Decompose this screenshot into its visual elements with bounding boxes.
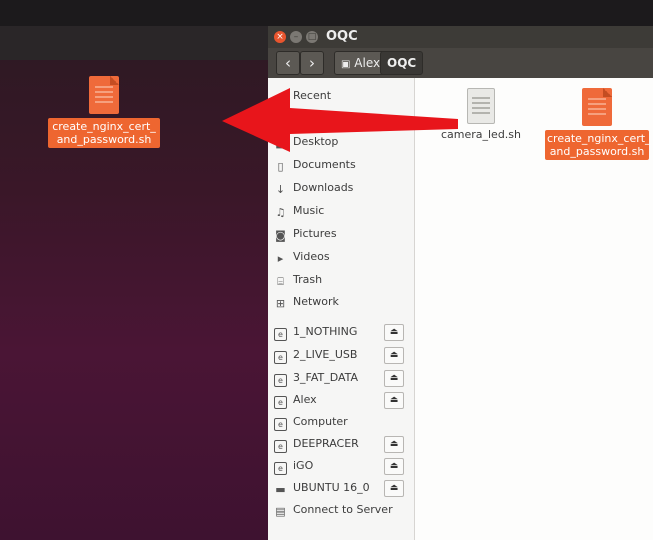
camera-icon: ◙ <box>275 229 286 242</box>
toolbar: ‹ › ▣ Alex OQC <box>268 48 653 78</box>
sidebar-item-label: Connect to Server <box>293 503 393 516</box>
close-icon[interactable]: × <box>274 31 286 43</box>
music-icon: ♫ <box>275 206 286 219</box>
sidebar-item-1-nothing[interactable]: e 1_NOTHING ⏏ <box>274 322 408 342</box>
sidebar-item-label: 1_NOTHING <box>293 325 358 338</box>
document-icon: ▯ <box>277 160 284 173</box>
sidebar-item-videos[interactable]: ▸ Videos <box>274 247 408 267</box>
sidebar-item-label: iGO <box>293 459 314 472</box>
sidebar-item-desktop[interactable]: ■ Desktop <box>274 132 408 152</box>
sidebar-item-label: Documents <box>293 158 356 171</box>
file-label: camera_led.sh <box>440 128 522 141</box>
sidebar-item-network[interactable]: ⊞ Network <box>274 292 408 312</box>
drive-icon: e <box>274 374 287 387</box>
sidebar: ◷ Recent ■ Desktop ▯ Documents ↓ Downloads ♫ Musi… <box>268 78 415 540</box>
sidebar-item-igo[interactable]: e iGO ⏏ <box>274 456 408 476</box>
eject-icon[interactable]: ⏏ <box>384 370 404 387</box>
drive-icon: e <box>274 396 287 409</box>
desktop-panel-shade <box>0 26 270 60</box>
file-manager-window: × – □ OQC ‹ › ▣ Alex OQC ◷ Recent ■ Desktop… <box>268 26 653 540</box>
forward-button[interactable]: › <box>300 51 324 75</box>
sidebar-item-label: UBUNTU 16_0 <box>293 481 370 494</box>
sidebar-item-alex[interactable]: e Alex ⏏ <box>274 390 408 410</box>
eject-icon[interactable]: ⏏ <box>384 392 404 409</box>
desktop-file-icon[interactable]: create_nginx_cert_ and_password.sh <box>48 76 160 148</box>
drive-icon: e <box>274 418 287 431</box>
eject-icon[interactable]: ⏏ <box>384 347 404 364</box>
desktop-top-panel <box>0 0 653 26</box>
sidebar-item-ubuntu-16-0[interactable]: ▬ UBUNTU 16_0 ⏏ <box>274 478 408 498</box>
window-titlebar: × – □ OQC <box>268 26 653 48</box>
sidebar-item-documents[interactable]: ▯ Documents <box>274 155 408 175</box>
server-icon: ▤ <box>275 505 286 518</box>
sidebar-item-label: 3_FAT_DATA <box>293 371 359 384</box>
script-file-icon <box>582 88 612 126</box>
sidebar-item-label: Computer <box>293 415 348 428</box>
maximize-icon[interactable]: □ <box>306 31 318 43</box>
sidebar-item-3-fat-data[interactable]: e 3_FAT_DATA ⏏ <box>274 368 408 388</box>
sidebar-item-label: Desktop <box>293 135 339 148</box>
file-view: camera_led.sh create_nginx_cert_ and_pas… <box>415 78 653 540</box>
sidebar-item-recent[interactable]: ◷ Recent <box>274 86 408 106</box>
drive-icon: e <box>274 462 287 475</box>
sidebar-item-deepracer[interactable]: e DEEPRACER ⏏ <box>274 434 408 454</box>
video-icon: ▸ <box>277 252 284 265</box>
eject-icon[interactable]: ⏏ <box>384 324 404 341</box>
folder-icon: ■ <box>275 137 286 150</box>
file-label: create_nginx_cert_ and_password.sh <box>545 130 651 160</box>
clock-icon: ◷ <box>275 91 286 104</box>
eject-icon[interactable]: ⏏ <box>384 436 404 453</box>
sidebar-item-label: Alex <box>293 393 317 406</box>
sidebar-item-downloads[interactable]: ↓ Downloads <box>274 178 408 198</box>
sidebar-item-pictures[interactable]: ◙ Pictures <box>274 224 408 244</box>
file-camera-led[interactable]: camera_led.sh <box>435 88 527 141</box>
desktop-file-label: create_nginx_cert_ and_password.sh <box>48 118 160 148</box>
sidebar-item-trash[interactable]: ⌸ Trash <box>274 270 408 290</box>
sidebar-item-music[interactable]: ♫ Music <box>274 201 408 221</box>
file-create-nginx[interactable]: create_nginx_cert_ and_password.sh <box>545 88 651 160</box>
breadcrumb-label: Alex <box>354 56 381 70</box>
sidebar-item-label: Network <box>293 295 339 308</box>
sidebar-item-label: Pictures <box>293 227 337 240</box>
harddisk-icon: ▬ <box>275 483 286 496</box>
drive-icon: e <box>274 440 287 453</box>
drive-icon: e <box>274 351 287 364</box>
download-icon: ↓ <box>275 183 286 196</box>
back-button[interactable]: ‹ <box>276 51 300 75</box>
breadcrumb-oqc[interactable]: OQC <box>380 51 424 75</box>
sidebar-item-computer[interactable]: e Computer <box>274 412 408 432</box>
network-icon: ⊞ <box>275 297 286 310</box>
eject-icon[interactable]: ⏏ <box>384 458 404 475</box>
sidebar-item-2-live-usb[interactable]: e 2_LIVE_USB ⏏ <box>274 345 408 365</box>
trash-icon: ⌸ <box>277 275 284 288</box>
sidebar-item-label: Videos <box>293 250 330 263</box>
sidebar-item-label: 2_LIVE_USB <box>293 348 358 361</box>
sidebar-item-connect-to-server[interactable]: ▤ Connect to Server <box>274 500 408 520</box>
script-file-icon <box>89 76 119 114</box>
minimize-icon[interactable]: – <box>290 31 302 43</box>
window-title: OQC <box>326 29 358 44</box>
eject-icon[interactable]: ⏏ <box>384 480 404 497</box>
sidebar-item-label: Recent <box>293 89 332 102</box>
home-drive-icon: ▣ <box>341 59 351 70</box>
drive-icon: e <box>274 328 287 341</box>
sidebar-item-label: DEEPRACER <box>293 437 359 450</box>
sidebar-item-label: Trash <box>293 273 323 286</box>
sidebar-item-label: Music <box>293 204 325 217</box>
shell-script-icon <box>467 88 495 124</box>
sidebar-item-label: Downloads <box>293 181 354 194</box>
